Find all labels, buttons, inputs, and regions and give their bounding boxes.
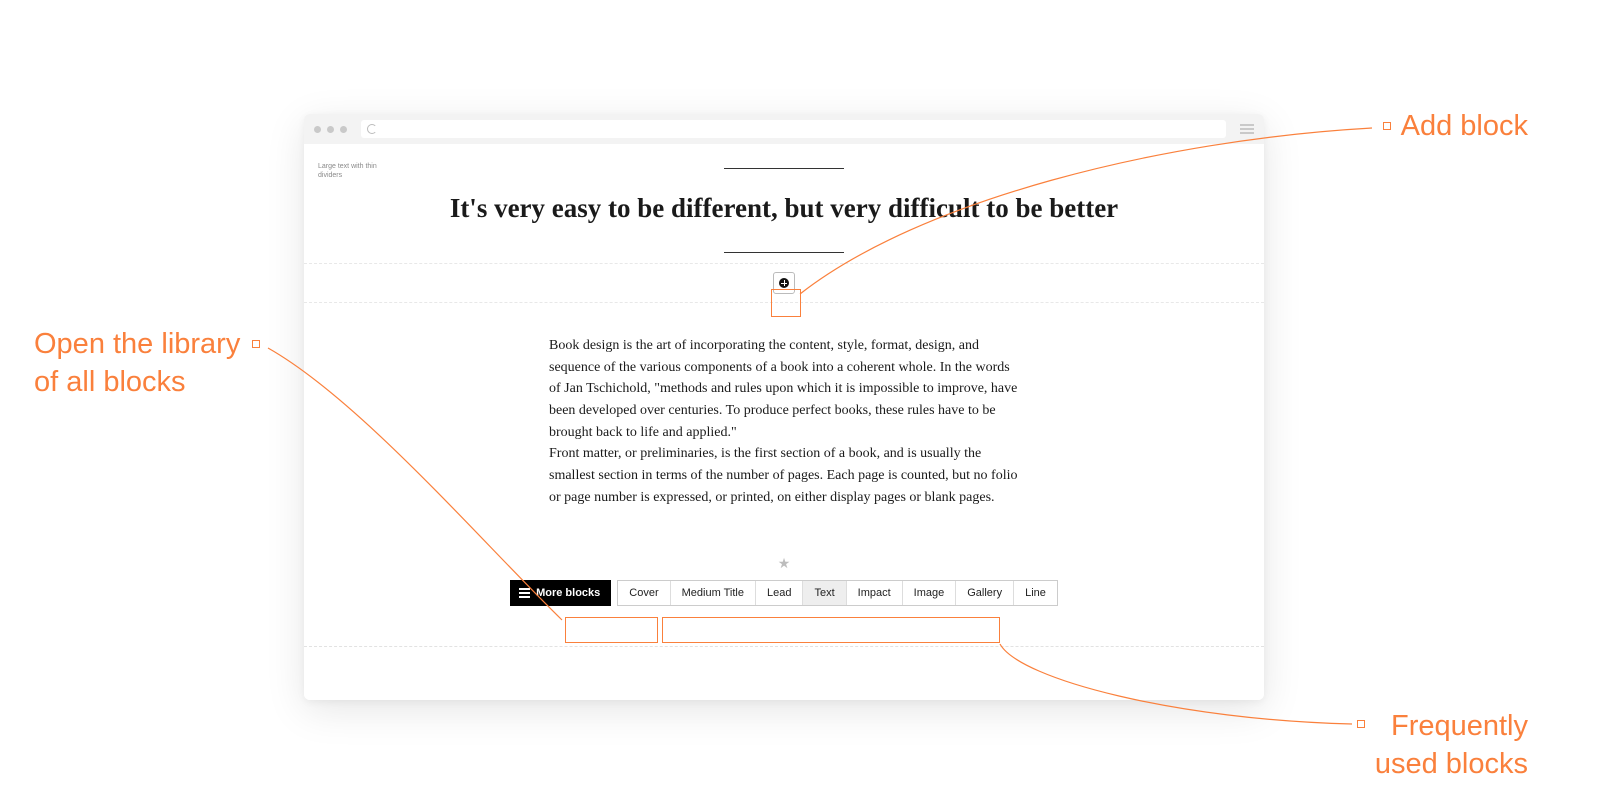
- annotation-marker: [252, 340, 260, 348]
- browser-chrome: [304, 114, 1264, 144]
- more-blocks-button[interactable]: More blocks: [510, 580, 611, 606]
- body-text-block[interactable]: Book design is the art of incorporating …: [549, 335, 1019, 509]
- bottom-divider: [304, 646, 1264, 647]
- quick-block-line[interactable]: Line: [1014, 581, 1057, 605]
- traffic-light-dot: [314, 126, 321, 133]
- plus-icon: [779, 278, 789, 288]
- paragraph: Front matter, or preliminaries, is the f…: [549, 443, 1019, 508]
- quick-block-impact[interactable]: Impact: [847, 581, 903, 605]
- quick-block-image[interactable]: Image: [903, 581, 957, 605]
- browser-window: Large text with thin dividers It's very …: [304, 114, 1264, 700]
- quick-block-cover[interactable]: Cover: [618, 581, 670, 605]
- quick-block-lead[interactable]: Lead: [756, 581, 803, 605]
- star-icon: ★: [304, 555, 1264, 572]
- divider-top: [724, 168, 844, 169]
- quick-block-medium-title[interactable]: Medium Title: [671, 581, 756, 605]
- block-toolbar: More blocks CoverMedium TitleLeadTextImp…: [304, 580, 1264, 606]
- quick-block-gallery[interactable]: Gallery: [956, 581, 1014, 605]
- headline-text[interactable]: It's very easy to be different, but very…: [434, 193, 1134, 224]
- annotation-add-block: Add block: [1401, 110, 1528, 143]
- paragraph: Book design is the art of incorporating …: [549, 335, 1019, 443]
- menu-icon[interactable]: [1240, 124, 1254, 134]
- url-bar[interactable]: [361, 120, 1226, 138]
- add-block-button[interactable]: [773, 272, 795, 294]
- reload-icon[interactable]: [367, 124, 377, 134]
- editor-canvas: Large text with thin dividers It's very …: [304, 144, 1264, 700]
- quick-blocks-row: CoverMedium TitleLeadTextImpactImageGall…: [617, 580, 1058, 606]
- annotation-marker: [1383, 122, 1391, 130]
- list-icon: [519, 588, 530, 598]
- traffic-light-dot: [340, 126, 347, 133]
- divider-bottom: [724, 252, 844, 253]
- quick-block-text[interactable]: Text: [803, 581, 846, 605]
- annotation-open-library: Open the library of all blocks: [34, 326, 240, 401]
- more-blocks-label: More blocks: [536, 587, 600, 599]
- block-description: Large text with thin dividers: [318, 162, 388, 180]
- annotation-marker: [1357, 720, 1365, 728]
- annotation-frequently-used: Frequently used blocks: [1375, 708, 1528, 783]
- add-block-row: [304, 263, 1264, 303]
- traffic-light-dot: [327, 126, 334, 133]
